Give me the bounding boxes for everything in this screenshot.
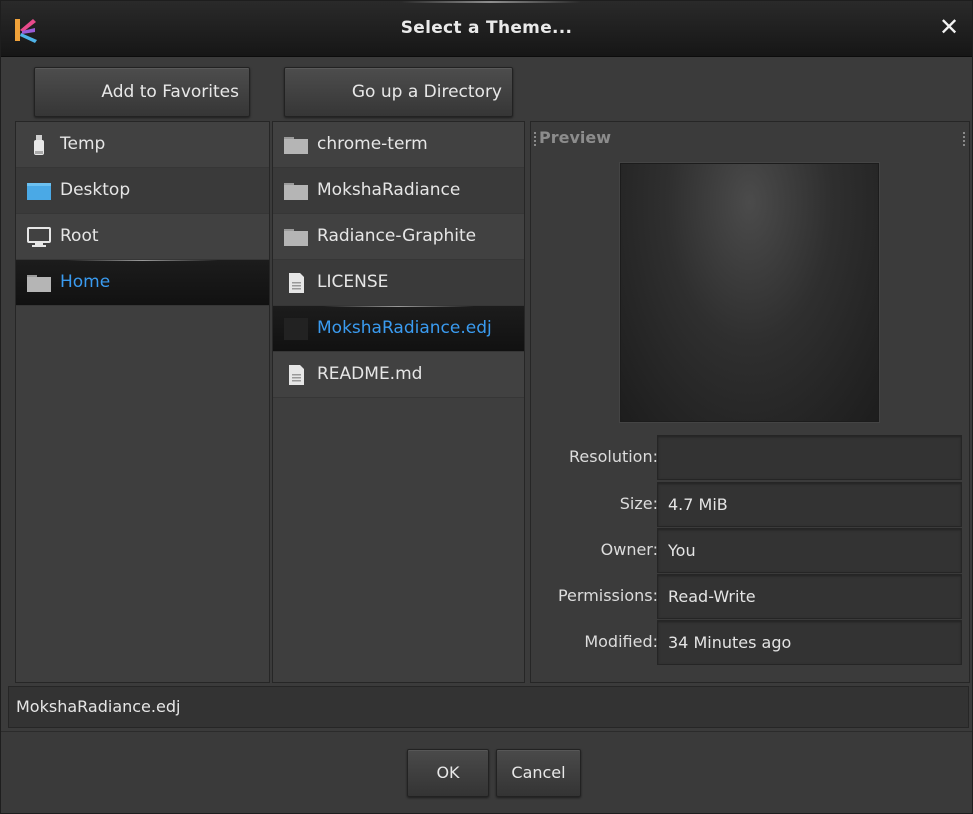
go-up-directory-button[interactable]: Go up a Directory bbox=[284, 67, 513, 117]
info-value: 4.7 MiB bbox=[657, 482, 962, 527]
file-label: MokshaRadiance.edj bbox=[317, 318, 492, 338]
file-label: README.md bbox=[317, 364, 423, 384]
ok-button[interactable]: OK bbox=[407, 749, 489, 797]
favorite-label: Home bbox=[60, 272, 111, 292]
preview-panel: Preview Resolution: Size: 4.7 MiB Owner:… bbox=[530, 121, 970, 683]
cancel-button[interactable]: Cancel bbox=[496, 749, 581, 797]
file-label: LICENSE bbox=[317, 272, 389, 292]
theme-file-icon bbox=[284, 318, 308, 340]
info-key: Modified: bbox=[584, 632, 658, 651]
file-item[interactable]: LICENSE bbox=[273, 260, 524, 306]
favorite-item-temp[interactable]: Temp bbox=[16, 122, 269, 168]
favorite-label: Desktop bbox=[60, 180, 131, 200]
document-icon bbox=[289, 273, 304, 293]
drag-handle-icon[interactable] bbox=[963, 132, 965, 146]
title-bar[interactable]: Select a Theme... ✕ bbox=[1, 1, 972, 57]
info-value: Read-Write bbox=[657, 574, 962, 619]
favorite-label: Temp bbox=[60, 134, 106, 154]
drag-handle-icon[interactable] bbox=[534, 132, 536, 146]
monitor-icon bbox=[27, 227, 51, 247]
favorite-label: Root bbox=[60, 226, 99, 246]
desktop-folder-icon bbox=[27, 183, 51, 200]
info-key: Owner: bbox=[600, 540, 658, 559]
filename-field[interactable]: MokshaRadiance.edj bbox=[8, 686, 969, 728]
theme-preview-image bbox=[620, 163, 879, 422]
info-key: Resolution: bbox=[569, 447, 658, 466]
favorite-item-desktop[interactable]: Desktop bbox=[16, 168, 269, 214]
file-label: MokshaRadiance bbox=[317, 180, 461, 200]
info-row-modified: Modified: 34 Minutes ago bbox=[531, 620, 971, 666]
document-icon bbox=[289, 365, 304, 385]
info-key: Permissions: bbox=[557, 586, 658, 605]
file-item[interactable]: MokshaRadiance bbox=[273, 168, 524, 214]
file-item[interactable]: chrome-term bbox=[273, 122, 524, 168]
close-icon[interactable]: ✕ bbox=[934, 12, 964, 42]
favorites-list[interactable]: Temp Desktop Root Home bbox=[15, 121, 270, 683]
file-label: chrome-term bbox=[317, 134, 428, 154]
add-to-favorites-button[interactable]: Add to Favorites bbox=[34, 67, 250, 117]
info-row-owner: Owner: You bbox=[531, 528, 971, 574]
usb-drive-icon bbox=[34, 135, 44, 155]
file-item[interactable]: README.md bbox=[273, 352, 524, 398]
dialog-title: Select a Theme... bbox=[400, 18, 573, 38]
favorite-item-home[interactable]: Home bbox=[16, 260, 269, 306]
file-label: Radiance-Graphite bbox=[317, 226, 477, 246]
folder-icon bbox=[284, 183, 308, 200]
folder-icon bbox=[27, 275, 51, 292]
info-row-permissions: Permissions: Read-Write bbox=[531, 574, 971, 620]
folder-icon bbox=[284, 137, 308, 154]
info-row-size: Size: 4.7 MiB bbox=[531, 482, 971, 528]
file-item[interactable]: Radiance-Graphite bbox=[273, 214, 524, 260]
info-key: Size: bbox=[619, 494, 658, 513]
file-list[interactable]: chrome-term MokshaRadiance Radiance-Grap… bbox=[272, 121, 525, 683]
file-item[interactable]: MokshaRadiance.edj bbox=[273, 306, 524, 352]
info-row-resolution: Resolution: bbox=[531, 435, 971, 481]
info-value bbox=[657, 435, 962, 480]
title-glow bbox=[401, 1, 581, 3]
dialog-actions: OK Cancel bbox=[1, 731, 972, 813]
info-value: 34 Minutes ago bbox=[657, 620, 962, 665]
folder-icon bbox=[284, 229, 308, 246]
favorite-item-root[interactable]: Root bbox=[16, 214, 269, 260]
theme-dialog: Select a Theme... ✕ Add to Favorites Go … bbox=[0, 0, 973, 814]
info-value: You bbox=[657, 528, 962, 573]
preview-title: Preview bbox=[539, 128, 612, 147]
